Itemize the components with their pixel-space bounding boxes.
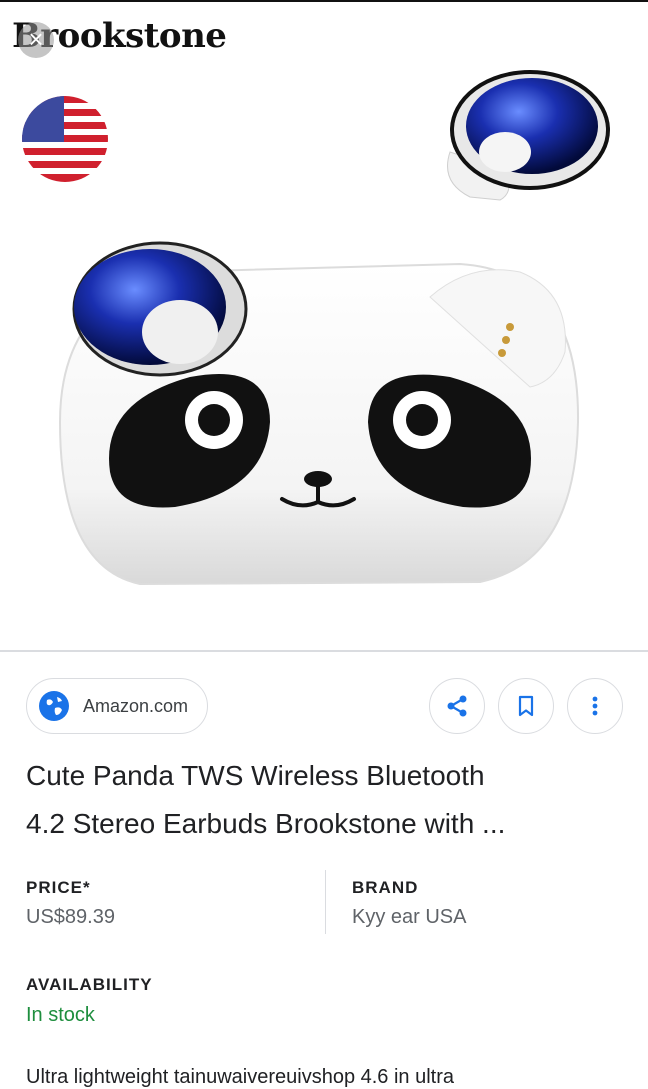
details-divider — [325, 870, 326, 934]
source-label: Amazon.com — [83, 695, 189, 716]
availability-value: In stock — [26, 1004, 95, 1026]
globe-icon — [39, 691, 69, 721]
more-button[interactable] — [567, 678, 623, 734]
brand-value: Kyy ear USA — [352, 906, 467, 928]
us-flag-icon — [22, 96, 108, 182]
product-title-line1: Cute Panda TWS Wireless Bluetooth — [26, 760, 485, 791]
price-label: PRICE* — [26, 878, 91, 897]
share-icon — [447, 695, 467, 717]
divider — [0, 650, 648, 652]
product-title[interactable]: Cute Panda TWS Wireless Bluetooth 4.2 St… — [26, 752, 626, 848]
product-title-line2: 4.2 Stereo Earbuds Brookstone with ... — [26, 808, 506, 839]
product-image[interactable]: Brookstone × — [0, 2, 648, 650]
source-link[interactable]: Amazon.com — [26, 678, 208, 734]
price-value: US$89.39 — [26, 906, 115, 928]
close-icon[interactable]: × — [18, 22, 54, 58]
share-button[interactable] — [429, 678, 485, 734]
availability-label: AVAILABILITY — [26, 975, 153, 994]
bookmark-icon — [518, 695, 534, 717]
brand-label: BRAND — [352, 878, 419, 897]
bookmark-button[interactable] — [498, 678, 554, 734]
product-description: Ultra lightweight tainuwaivereuivshop 4.… — [26, 1066, 455, 1088]
more-vert-icon — [592, 696, 598, 716]
